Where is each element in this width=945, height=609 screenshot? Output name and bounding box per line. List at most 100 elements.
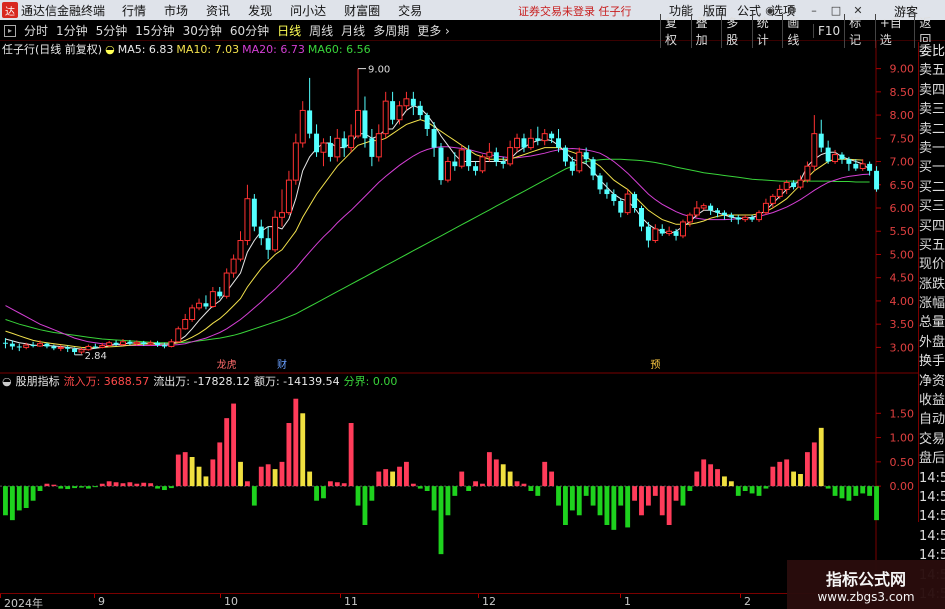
candle-body	[611, 194, 617, 202]
indicator-toggle-icon[interactable]: ◒	[2, 375, 12, 388]
time-axis-tick	[740, 594, 741, 598]
time-axis-label: 10	[224, 595, 238, 608]
indicator-bar	[618, 486, 624, 506]
menu-item-quotes[interactable]: 行情	[113, 2, 155, 19]
menu-item-trade[interactable]: 交易	[389, 2, 431, 19]
candle-body	[825, 147, 831, 162]
indicator-bar	[673, 486, 679, 501]
side-panel-item[interactable]: 卖五	[919, 61, 945, 80]
candle-body	[189, 307, 196, 321]
candle-body	[762, 202, 769, 214]
side-panel-item[interactable]: 卖一	[919, 139, 945, 158]
side-panel-item[interactable]: 总量	[919, 313, 945, 332]
indicator-bar	[92, 486, 98, 488]
period-tab-1min[interactable]: 1分钟	[52, 22, 92, 39]
side-panel-item[interactable]: 卖三	[919, 100, 945, 119]
side-panel-item[interactable]: 买一	[919, 158, 945, 177]
candle-body	[410, 98, 416, 106]
indicator-bar	[645, 486, 651, 506]
side-panel-item[interactable]: 盘后	[919, 449, 945, 468]
side-panel-item[interactable]: 卖四	[919, 81, 945, 100]
login-notice[interactable]: 证券交易未登录 任子行	[518, 3, 632, 19]
toolbar-menu-icon[interactable]: ▸	[4, 24, 16, 37]
side-panel-item[interactable]: 涨跌	[919, 275, 945, 294]
period-tab-monthly[interactable]: 月线	[337, 22, 369, 39]
indicator-bar	[148, 483, 154, 487]
side-panel-item[interactable]: 委比	[919, 42, 945, 61]
candle-body	[632, 194, 638, 208]
indicator-bar	[556, 486, 561, 506]
indicator-bar	[341, 483, 347, 487]
period-tab-multi[interactable]: 多周期	[369, 22, 413, 39]
side-panel-item[interactable]: 现价	[919, 255, 945, 274]
side-panel-item[interactable]: 外盘	[919, 333, 945, 352]
candle-body	[818, 133, 824, 148]
high-label: 9.00	[368, 65, 390, 76]
indicator-bar	[424, 486, 430, 491]
candle-body	[527, 137, 534, 149]
side-panel-item[interactable]: 卖二	[919, 120, 945, 139]
menu-item-discover[interactable]: 发现	[239, 2, 281, 19]
candle-body	[797, 179, 804, 188]
candle-body	[583, 152, 589, 160]
indicator-bar	[459, 471, 465, 487]
side-panel-item[interactable]: 换手	[919, 352, 945, 371]
time-axis-tick	[620, 594, 621, 598]
menu-item-ask[interactable]: 问小达	[281, 2, 335, 19]
maximize-icon[interactable]: □	[828, 2, 844, 18]
indicator-bar	[659, 486, 665, 516]
period-tab-more[interactable]: 更多 ›	[413, 22, 454, 39]
indicator-bar	[134, 483, 140, 487]
indicator-bar	[431, 486, 437, 511]
side-panel-item[interactable]: 自动	[919, 410, 945, 429]
time-axis-label: 12	[482, 595, 496, 608]
candle-body	[279, 212, 285, 218]
legend-toggle-icon[interactable]: ◒	[105, 43, 115, 56]
side-panel-item[interactable]: 14:56	[919, 469, 945, 488]
period-tab-daily[interactable]: 日线	[273, 22, 305, 39]
ma5-label: MA5: 6.83	[117, 42, 174, 56]
candle-body	[458, 149, 465, 167]
side-panel-item[interactable]: 买二	[919, 178, 945, 197]
y-tick-label: 6.50	[890, 179, 915, 192]
side-panel-item[interactable]: 交易	[919, 430, 945, 449]
indicator-bar	[44, 483, 50, 487]
chart-area[interactable]: 9.00 8.50 8.00 7.50 7.00 6.50 6.00 5.50 5.00 4.50…	[0, 41, 918, 593]
candle-body	[127, 341, 133, 344]
period-tab-60min[interactable]: 60分钟	[226, 22, 273, 39]
side-panel-item[interactable]: 收益	[919, 391, 945, 410]
indicator-bar	[473, 481, 478, 487]
side-panel-item[interactable]: 14:56	[919, 488, 945, 507]
menu-item-wealth[interactable]: 财富圈	[335, 2, 389, 19]
indicator-bar	[265, 464, 271, 487]
side-panel-item[interactable]: 14:56	[919, 507, 945, 526]
indicator-bar	[563, 486, 568, 525]
side-panel-item[interactable]: 买五	[919, 236, 945, 255]
candle-body	[693, 207, 700, 216]
low-label: 2.84	[85, 351, 107, 362]
period-tab-timeshare[interactable]: 分时	[20, 22, 52, 39]
menu-item-news[interactable]: 资讯	[197, 2, 239, 19]
period-tab-weekly[interactable]: 周线	[305, 22, 337, 39]
side-panel-item[interactable]: 买四	[919, 217, 945, 236]
time-axis-tick	[340, 594, 341, 598]
candle-body	[251, 198, 257, 227]
side-panel-item[interactable]: 净资	[919, 372, 945, 391]
candle-body	[85, 345, 92, 351]
side-panel-item[interactable]: 涨幅	[919, 294, 945, 313]
ma5-line	[5, 105, 870, 350]
indicator-bar	[300, 413, 306, 487]
candle-body	[237, 240, 244, 260]
side-panel-item[interactable]: 14:56	[919, 527, 945, 546]
indicator-y-tick-label: 0.50	[890, 456, 915, 469]
candle-body	[16, 346, 22, 348]
period-tab-30min[interactable]: 30分钟	[179, 22, 226, 39]
indicator-bar	[397, 466, 402, 487]
indicator-bar	[763, 486, 769, 489]
indicator-bar	[749, 486, 755, 494]
menu-item-market[interactable]: 市场	[155, 2, 197, 19]
side-panel-item[interactable]: 买三	[919, 197, 945, 216]
period-tab-15min[interactable]: 15分钟	[131, 22, 178, 39]
tool-f10[interactable]: F10	[812, 24, 844, 38]
period-tab-5min[interactable]: 5分钟	[92, 22, 132, 39]
